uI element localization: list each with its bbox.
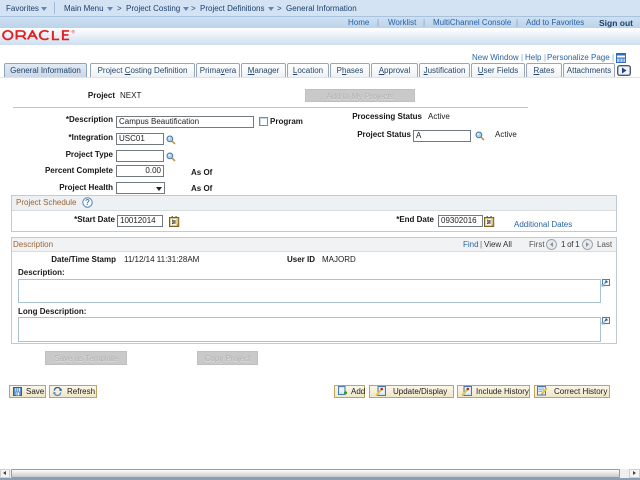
- svg-text:®: ®: [71, 30, 75, 35]
- svg-text:?: ?: [85, 198, 90, 207]
